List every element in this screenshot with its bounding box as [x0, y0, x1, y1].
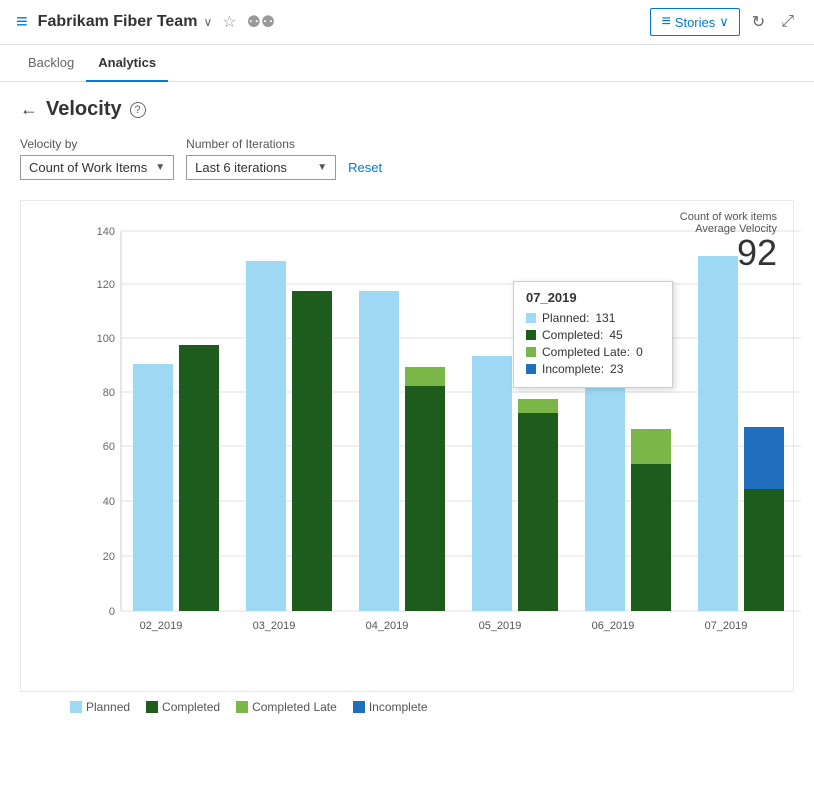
bar-07-incomplete — [744, 427, 784, 489]
title-row: ← Velocity ? — [20, 98, 794, 121]
svg-text:140: 140 — [97, 226, 115, 238]
velocity-by-select[interactable]: Count of Work Items ▼ — [20, 155, 174, 180]
bar-04-late — [405, 367, 445, 386]
velocity-by-value: Count of Work Items — [29, 160, 147, 175]
tab-backlog[interactable]: Backlog — [16, 45, 86, 82]
bar-06-completed — [631, 464, 671, 611]
tooltip-completed-late-label: Completed Late: — [542, 345, 630, 359]
svg-text:120: 120 — [97, 279, 115, 291]
filters-row: Velocity by Count of Work Items ▼ Number… — [20, 137, 794, 180]
page-title: Velocity — [46, 98, 122, 121]
stories-button[interactable]: ≡ Stories ∨ — [650, 8, 739, 36]
bar-07-completed — [744, 489, 784, 611]
legend-completed-late-label: Completed Late — [252, 700, 337, 714]
legend-planned-swatch — [70, 701, 82, 713]
legend-incomplete: Incomplete — [353, 700, 428, 714]
legend-completed-late: Completed Late — [236, 700, 337, 714]
bar-05-planned — [472, 356, 512, 611]
legend-completed: Completed — [146, 700, 220, 714]
legend-completed-late-swatch — [236, 701, 248, 713]
svg-text:100: 100 — [97, 333, 115, 345]
bar-04-planned — [359, 291, 399, 611]
legend-completed-label: Completed — [162, 700, 220, 714]
svg-text:0: 0 — [109, 606, 115, 618]
bar-06-late — [631, 429, 671, 464]
tooltip-planned-label: Planned: — [542, 311, 589, 325]
legend-incomplete-label: Incomplete — [369, 700, 428, 714]
bar-03-planned — [246, 261, 286, 611]
stories-icon: ≡ — [661, 13, 670, 31]
iterations-filter: Number of Iterations Last 6 iterations ▼ — [186, 137, 336, 180]
average-velocity-value: 92 — [737, 232, 777, 273]
tooltip-incomplete-value: 23 — [610, 362, 623, 376]
velocity-by-filter: Velocity by Count of Work Items ▼ — [20, 137, 174, 180]
team-members-icon[interactable]: ⚉⚉ — [247, 12, 276, 32]
reset-button[interactable]: Reset — [348, 156, 382, 179]
tooltip-completed-late-value: 0 — [636, 345, 643, 359]
tooltip-planned-swatch — [526, 313, 536, 323]
tooltip-incomplete-label: Incomplete: — [542, 362, 604, 376]
iterations-chevron-icon: ▼ — [317, 162, 327, 173]
svg-text:60: 60 — [103, 441, 115, 453]
bar-06-planned — [585, 364, 625, 611]
svg-text:80: 80 — [103, 387, 115, 399]
tooltip-incomplete-row: Incomplete: 23 — [526, 362, 660, 376]
team-chevron-icon[interactable]: ∨ — [203, 15, 212, 29]
tooltip-planned-value: 131 — [595, 311, 615, 325]
tooltip-planned-row: Planned: 131 — [526, 311, 660, 325]
svg-text:20: 20 — [103, 551, 115, 563]
velocity-summary: Count of work items Average Velocity 92 — [680, 211, 777, 271]
velocity-items-label: Count of work items — [680, 211, 777, 223]
tooltip-title: 07_2019 — [526, 290, 660, 305]
svg-text:03_2019: 03_2019 — [253, 620, 296, 632]
header-actions: ≡ Stories ∨ ↻ ⤢ — [650, 8, 798, 36]
chart-container: Count of work items Average Velocity 92 … — [20, 200, 794, 692]
velocity-by-chevron-icon: ▼ — [155, 162, 165, 173]
refresh-button[interactable]: ↻ — [748, 8, 769, 36]
tooltip-completed-value: 45 — [609, 328, 622, 342]
bar-07-planned — [698, 256, 738, 611]
tooltip-completed-label: Completed: — [542, 328, 603, 342]
bar-05-completed — [518, 413, 558, 611]
legend-planned: Planned — [70, 700, 130, 714]
iterations-label: Number of Iterations — [186, 137, 336, 151]
back-button[interactable]: ← — [20, 99, 38, 120]
stories-label: Stories — [675, 15, 715, 30]
header: ≡ Fabrikam Fiber Team ∨ ☆ ⚉⚉ ≡ Stories ∨… — [0, 0, 814, 45]
iterations-select[interactable]: Last 6 iterations ▼ — [186, 155, 336, 180]
bar-05-late — [518, 399, 558, 413]
legend-incomplete-swatch — [353, 701, 365, 713]
favorite-icon[interactable]: ☆ — [222, 12, 236, 32]
tooltip-completed-late-row: Completed Late: 0 — [526, 345, 660, 359]
expand-button[interactable]: ⤢ — [777, 9, 798, 35]
help-icon[interactable]: ? — [130, 102, 146, 118]
nav-tabs: Backlog Analytics — [0, 45, 814, 82]
svg-text:04_2019: 04_2019 — [366, 620, 409, 632]
svg-text:02_2019: 02_2019 — [140, 620, 183, 632]
svg-text:07_2019: 07_2019 — [705, 620, 748, 632]
bar-03-completed — [292, 291, 332, 611]
tooltip-completed-swatch — [526, 330, 536, 340]
tooltip-completed-late-swatch — [526, 347, 536, 357]
svg-text:40: 40 — [103, 496, 115, 508]
bar-04-completed — [405, 386, 445, 611]
page-content: ← Velocity ? Velocity by Count of Work I… — [0, 82, 814, 730]
app-icon: ≡ — [16, 11, 28, 34]
velocity-chart: 0 20 40 60 80 100 120 140 02_2019 — [71, 211, 814, 651]
team-title: Fabrikam Fiber Team — [38, 13, 198, 31]
chart-legend: Planned Completed Completed Late Incompl… — [20, 692, 794, 714]
tooltip-completed-row: Completed: 45 — [526, 328, 660, 342]
tab-analytics[interactable]: Analytics — [86, 45, 168, 82]
legend-completed-swatch — [146, 701, 158, 713]
legend-planned-label: Planned — [86, 700, 130, 714]
stories-chevron-icon: ∨ — [719, 14, 729, 30]
chart-tooltip: 07_2019 Planned: 131 Completed: 45 Compl… — [513, 281, 673, 388]
velocity-by-label: Velocity by — [20, 137, 174, 151]
svg-text:05_2019: 05_2019 — [479, 620, 522, 632]
svg-text:06_2019: 06_2019 — [592, 620, 635, 632]
bar-02-planned — [133, 364, 173, 611]
iterations-value: Last 6 iterations — [195, 160, 287, 175]
tooltip-incomplete-swatch — [526, 364, 536, 374]
bar-02-completed — [179, 345, 219, 611]
